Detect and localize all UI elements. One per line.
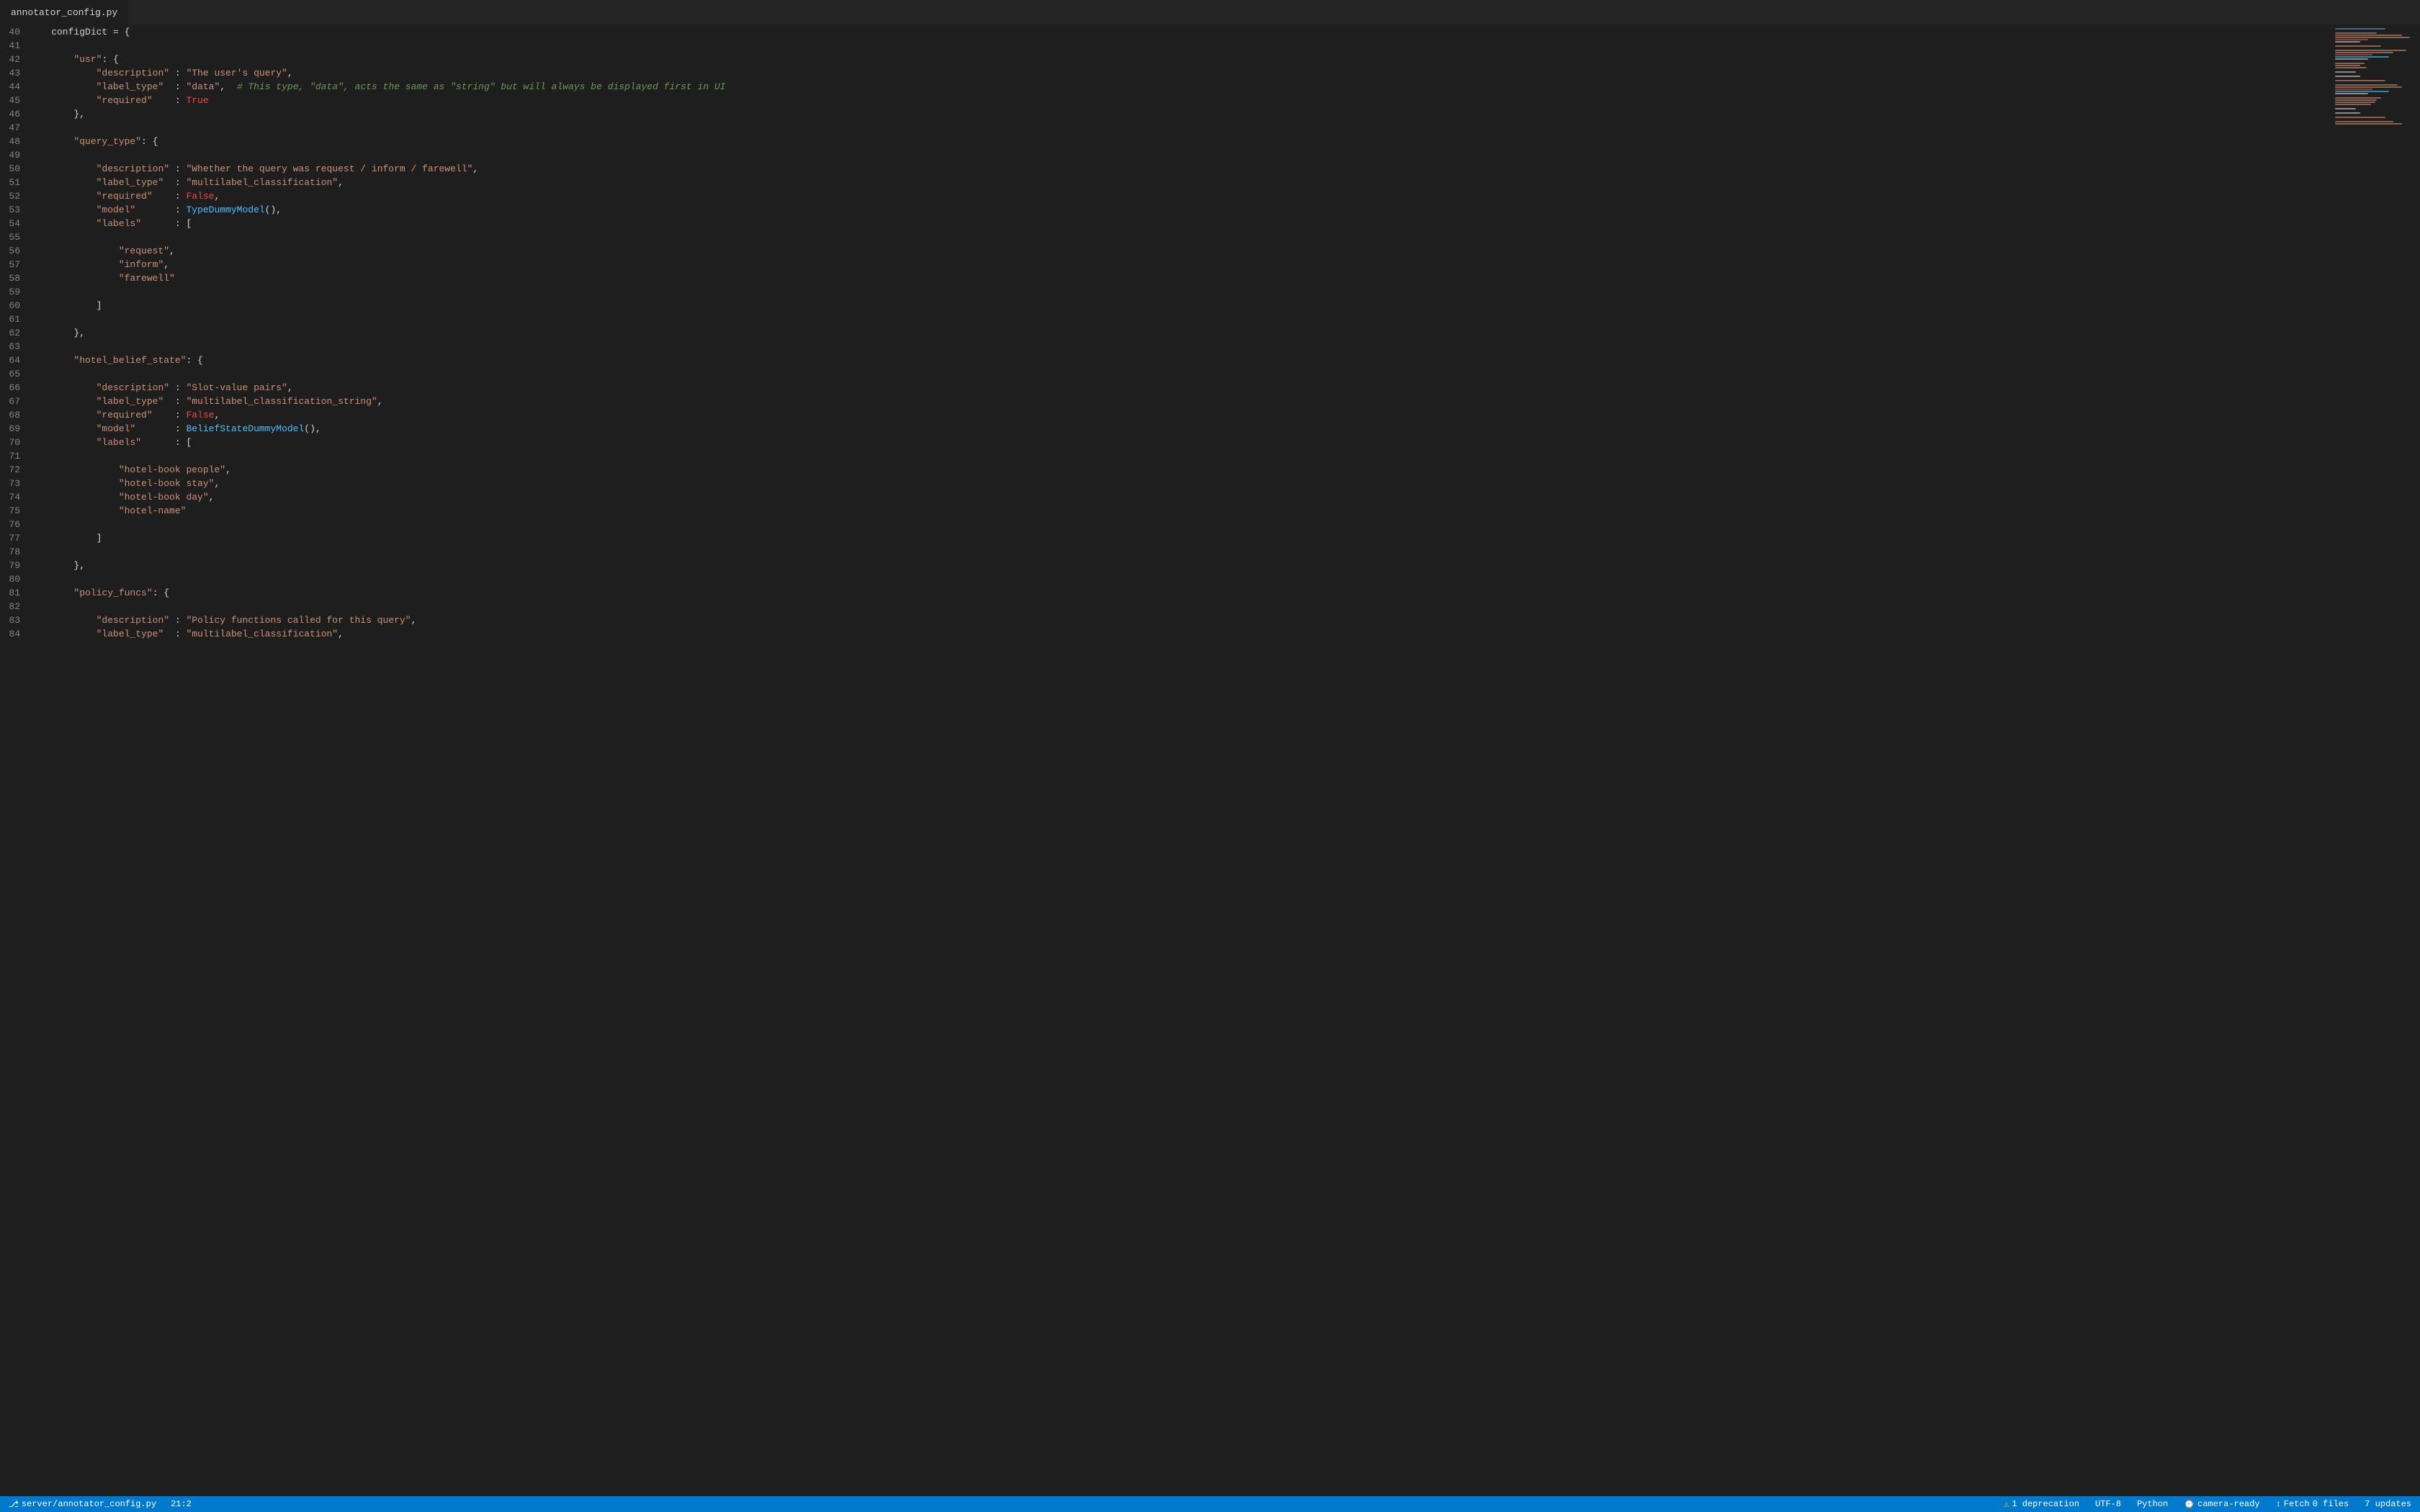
warning-label: 1 deprecation <box>2012 1499 2079 1509</box>
line-65: 65 <box>0 367 2319 381</box>
line-41: 41 <box>0 39 2319 53</box>
line-55: 55 <box>0 230 2319 244</box>
language-label: Python <box>2137 1499 2168 1509</box>
line-59: 59 <box>0 285 2319 299</box>
git-branch-status[interactable]: ⎇ server/annotator_config.py <box>6 1496 159 1512</box>
main-editor[interactable]: 40 configDict = { 41 42 "usr": { 43 <box>0 25 2334 1496</box>
editor-container: 40 configDict = { 41 42 "usr": { 43 <box>0 25 2420 1496</box>
line-63: 63 <box>0 340 2319 354</box>
line-56: 56 "request", <box>0 244 2319 258</box>
warning-status[interactable]: ⚠ 1 deprecation <box>2001 1496 2082 1512</box>
line-73: 73 "hotel-book stay", <box>0 477 2319 490</box>
line-62: 62 }, <box>0 326 2319 340</box>
warning-icon: ⚠ <box>2004 1499 2009 1510</box>
status-right: ⚠ 1 deprecation UTF-8 Python ⌚ camera-re… <box>2001 1496 2414 1512</box>
minimap <box>2334 25 2420 1496</box>
line-79: 79 }, <box>0 559 2319 572</box>
line-80: 80 <box>0 572 2319 586</box>
line-70: 70 "labels" : [ <box>0 436 2319 449</box>
line-61: 61 <box>0 312 2319 326</box>
line-46: 46 }, <box>0 107 2319 121</box>
line-67: 67 "label_type" : "multilabel_classifica… <box>0 395 2319 408</box>
line-60: 60 ] <box>0 299 2319 312</box>
status-bar: ⎇ server/annotator_config.py 21:2 ⚠ 1 de… <box>0 1496 2420 1512</box>
line-52: 52 "required" : False, <box>0 189 2319 203</box>
camera-ready-status[interactable]: ⌚ camera-ready <box>2181 1496 2262 1512</box>
encoding-label: UTF-8 <box>2095 1499 2121 1509</box>
updates-label: 7 updates <box>2365 1499 2411 1509</box>
line-47: 47 <box>0 121 2319 135</box>
minimap-content <box>2334 25 2420 128</box>
fetch-icon: ↕ <box>2276 1499 2281 1509</box>
line-42: 42 "usr": { <box>0 53 2319 66</box>
git-branch-label: server/annotator_config.py <box>22 1499 156 1509</box>
code-area: 40 configDict = { 41 42 "usr": { 43 <box>0 25 2334 1496</box>
line-58: 58 "farewell" <box>0 271 2319 285</box>
tab-bar: annotator_config.py <box>0 0 2420 25</box>
code-content: 40 configDict = { 41 42 "usr": { 43 <box>0 25 2334 1496</box>
line-77: 77 ] <box>0 531 2319 545</box>
fetch-status[interactable]: ↕ Fetch 0 files <box>2273 1496 2352 1512</box>
line-78: 78 <box>0 545 2319 559</box>
line-64: 64 "hotel_belief_state": { <box>0 354 2319 367</box>
updates-status[interactable]: 7 updates <box>2362 1496 2414 1512</box>
line-81: 81 "policy_funcs": { <box>0 586 2319 600</box>
line-49: 49 <box>0 148 2319 162</box>
line-57: 57 "inform", <box>0 258 2319 271</box>
line-75: 75 "hotel-name" <box>0 504 2319 518</box>
line-44: 44 "label_type" : "data", # This type, "… <box>0 80 2319 94</box>
tab-annotator-config[interactable]: annotator_config.py <box>0 0 129 25</box>
camera-ready-label: camera-ready <box>2197 1499 2259 1509</box>
line-68: 68 "required" : False, <box>0 408 2319 422</box>
files-label: 0 files <box>2313 1499 2349 1509</box>
line-45: 45 "required" : True <box>0 94 2319 107</box>
line-84: 84 "label_type" : "multilabel_classifica… <box>0 627 2319 641</box>
camera-icon: ⌚ <box>2184 1499 2195 1510</box>
line-53: 53 "model" : TypeDummyModel(), <box>0 203 2319 217</box>
cursor-position-label: 21:2 <box>171 1499 192 1509</box>
line-40: 40 configDict = { <box>0 25 2319 39</box>
tab-filename: annotator_config.py <box>11 7 117 18</box>
cursor-position-status[interactable]: 21:2 <box>168 1496 194 1512</box>
line-74: 74 "hotel-book day", <box>0 490 2319 504</box>
line-69: 69 "model" : BeliefStateDummyModel(), <box>0 422 2319 436</box>
line-51: 51 "label_type" : "multilabel_classifica… <box>0 176 2319 189</box>
line-66: 66 "description" : "Slot-value pairs", <box>0 381 2319 395</box>
line-82: 82 <box>0 600 2319 613</box>
language-status[interactable]: Python <box>2134 1496 2171 1512</box>
encoding-status[interactable]: UTF-8 <box>2092 1496 2124 1512</box>
status-left: ⎇ server/annotator_config.py 21:2 <box>6 1496 194 1512</box>
line-43: 43 "description" : "The user's query", <box>0 66 2319 80</box>
line-83: 83 "description" : "Policy functions cal… <box>0 613 2319 627</box>
line-50: 50 "description" : "Whether the query wa… <box>0 162 2319 176</box>
line-48: 48 "query_type": { <box>0 135 2319 148</box>
git-icon: ⎇ <box>9 1499 19 1510</box>
line-72: 72 "hotel-book people", <box>0 463 2319 477</box>
line-71: 71 <box>0 449 2319 463</box>
line-76: 76 <box>0 518 2319 531</box>
fetch-label: Fetch <box>2284 1499 2310 1509</box>
line-54: 54 "labels" : [ <box>0 217 2319 230</box>
